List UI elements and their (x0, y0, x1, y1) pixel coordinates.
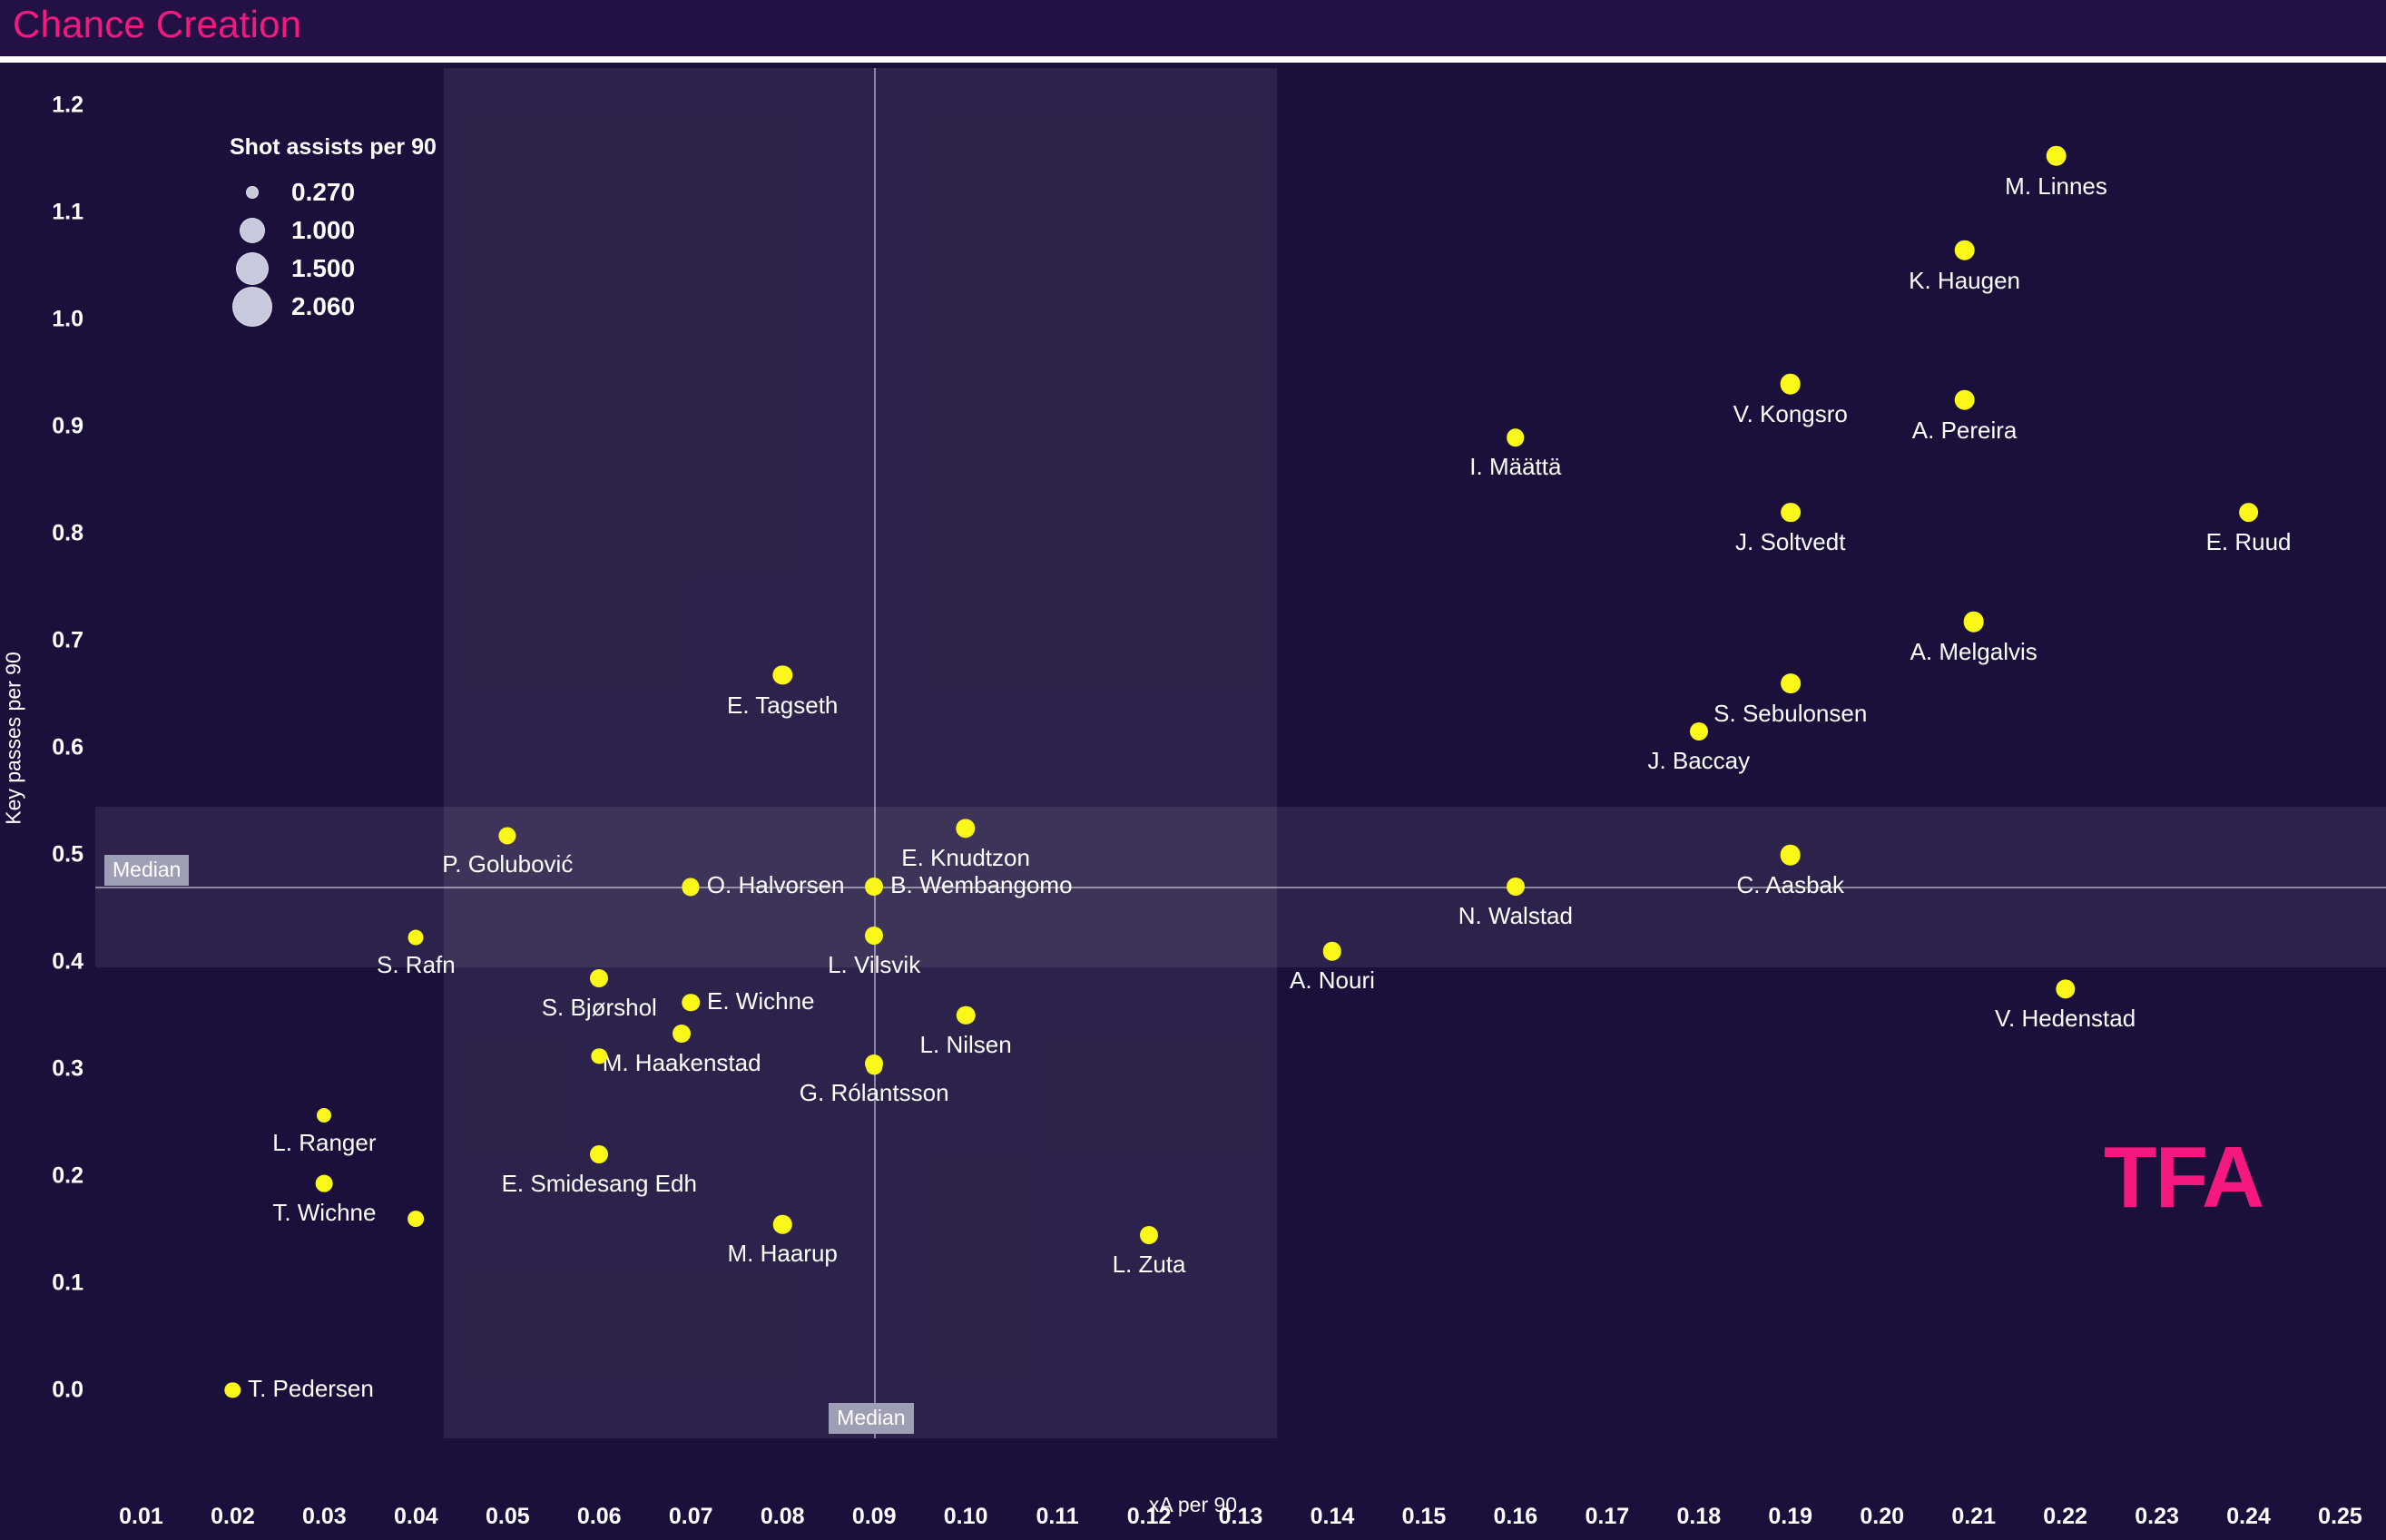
scatter-point[interactable] (1954, 240, 1975, 260)
scatter-point[interactable] (1780, 673, 1801, 694)
point-label: E. Ruud (2205, 528, 2292, 556)
legend-title: Shot assists per 90 (230, 134, 437, 160)
point-label: J. Baccay (1647, 747, 1751, 775)
y-axis-title: Key passes per 90 (1, 652, 25, 825)
legend-value: 0.270 (291, 178, 356, 206)
point-label: V. Hedenstad (1995, 1005, 2136, 1033)
point-label: B. Wembangomo (890, 871, 1073, 899)
legend-row: 1.000 (230, 211, 437, 250)
legend-bubble-icon (230, 186, 275, 199)
scatter-point[interactable] (407, 929, 424, 946)
point-label: C. Aasbak (1736, 871, 1845, 899)
size-legend: Shot assists per 90 0.270 1.000 1.500 2.060 (230, 134, 437, 327)
median-x-tag: Median (829, 1403, 914, 1434)
scatter-point[interactable] (682, 994, 701, 1012)
legend-bubble-icon (230, 252, 275, 285)
scatter-point[interactable] (2046, 145, 2067, 167)
legend-row: 0.270 (230, 173, 437, 211)
legend-row: 1.500 (230, 250, 437, 288)
y-tick-label: 0.1 (52, 1270, 83, 1296)
point-label: T. Pedersen (248, 1374, 374, 1402)
point-label: M. Haakenstad (602, 1049, 761, 1077)
point-label: I. Määttä (1469, 452, 1562, 480)
scatter-point[interactable] (1506, 878, 1525, 897)
scatter-point[interactable] (590, 1145, 609, 1164)
legend-value: 1.500 (291, 254, 356, 282)
scatter-point[interactable] (316, 1174, 333, 1192)
point-label: L. Zuta (1112, 1250, 1186, 1278)
point-label: L. Vilsvik (828, 950, 921, 978)
scatter-point[interactable] (1507, 428, 1525, 446)
point-label: L. Ranger (272, 1128, 377, 1156)
median-y-tag: Median (104, 855, 190, 887)
point-label: P. Golubović (442, 850, 574, 878)
tfa-logo: TFA (2104, 1129, 2264, 1226)
y-tick-label: 0.8 (52, 520, 83, 546)
point-label: E. Wichne (707, 986, 815, 1015)
scatter-point[interactable] (590, 968, 609, 987)
scatter-point[interactable] (2055, 978, 2076, 999)
y-tick-label: 0.7 (52, 627, 83, 653)
legend-row: 2.060 (230, 287, 437, 327)
point-label: A. Melgalvis (1910, 638, 2037, 666)
x-axis-title: xA per 90 (1148, 1493, 1238, 1516)
y-tick-label: 0.9 (52, 413, 83, 439)
legend-bubble-icon (230, 287, 275, 327)
point-label: O. Halvorsen (706, 871, 845, 899)
legend-bubble-icon (230, 218, 275, 243)
point-label: M. Haarup (727, 1240, 838, 1268)
scatter-point[interactable] (1140, 1225, 1159, 1244)
scatter-point[interactable] (865, 926, 884, 945)
point-label: G. Rólantsson (799, 1079, 949, 1107)
median-y-gridline (95, 887, 2386, 889)
point-label: E. Knudtzon (901, 844, 1030, 872)
scatter-point[interactable] (224, 1382, 241, 1398)
header-bar: Chance Creation (0, 0, 2386, 56)
point-label: L. Nilsen (919, 1031, 1012, 1059)
scatter-point[interactable] (1954, 389, 1975, 411)
point-label: S. Bjørshol (541, 993, 657, 1021)
scatter-point[interactable] (673, 1025, 692, 1044)
scatter-point[interactable] (1963, 611, 1984, 633)
point-label: A. Pereira (1911, 417, 2018, 445)
point-label: N. Walstad (1458, 902, 1573, 930)
scatter-point[interactable] (1780, 502, 1801, 523)
legend-value: 2.060 (291, 292, 356, 320)
scatter-point[interactable] (407, 1211, 425, 1228)
point-label: T. Wichne (272, 1198, 377, 1226)
y-tick-label: 0.2 (52, 1162, 83, 1189)
legend-rows: 0.270 1.000 1.500 2.060 (230, 173, 437, 327)
point-label: M. Linnes (2005, 172, 2107, 201)
point-label: E. Smidesang Edh (501, 1170, 697, 1198)
point-label: E. Tagseth (726, 691, 839, 719)
scatter-point[interactable] (1780, 373, 1802, 395)
y-tick-label: 0.3 (52, 1055, 83, 1082)
y-tick-label: 0.6 (52, 734, 83, 760)
point-label: S. Rafn (377, 951, 456, 979)
y-tick-label: 1.2 (52, 92, 83, 118)
legend-value: 1.000 (291, 216, 356, 244)
y-tick-label: 1.0 (52, 306, 83, 332)
scatter-point[interactable] (317, 1107, 332, 1123)
scatter-point[interactable] (1689, 722, 1708, 741)
point-label: S. Sebulonsen (1713, 700, 1868, 728)
point-label: A. Nouri (1289, 966, 1375, 995)
median-x-gridline (874, 68, 877, 1438)
point-label: V. Kongsro (1733, 400, 1848, 428)
y-tick-label: 0.0 (52, 1377, 83, 1403)
scatter-point[interactable] (2238, 502, 2259, 523)
point-label: J. Soltvedt (1735, 528, 1846, 556)
y-tick-label: 0.5 (52, 841, 83, 868)
header-divider (0, 56, 2386, 63)
plot-area: M. Linnes K. Haugen V. Kongsro A. Pereira I.… (95, 68, 2386, 1438)
y-tick-label: 1.1 (52, 199, 83, 225)
point-label: K. Haugen (1909, 266, 2021, 294)
scatter-point[interactable] (865, 878, 884, 897)
scatter-point[interactable] (1780, 844, 1802, 866)
page-title: Chance Creation (13, 3, 302, 45)
y-tick-label: 0.4 (52, 948, 83, 975)
